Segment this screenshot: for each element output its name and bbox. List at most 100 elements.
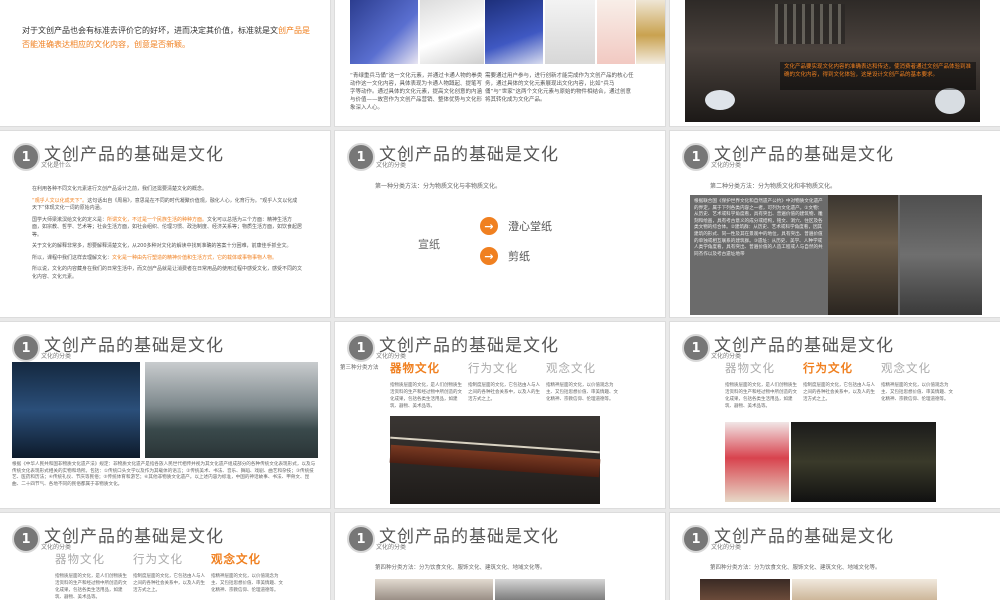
item-1-label: 澄心堂纸 — [508, 220, 552, 233]
slide-subtitle: 文化的分类 — [376, 353, 407, 360]
slide1-text-main: 对于文创产品也会有标准去评价它的好坏，进而决定其价值，标准就是文 — [22, 26, 278, 35]
category-text: 指物质层面的文化，是人们创物质生活资料的生产和经过物中所创造的文化成果，包括各类… — [725, 383, 797, 409]
slide-4[interactable]: 1 文创产品的基础是文化 文化是什么 在利用各种不同文化元素进行文创产品设计之前… — [0, 131, 330, 317]
slide6-method: 第二种分类方法：分为物质文化和非物质文化。 — [710, 183, 837, 190]
slide11-method: 第四种分类方法：分为饮食文化、服饰文化、建筑文化、地域文化等。 — [375, 565, 546, 571]
slide4-p5-label: 所以，课程中我们这样去理解文化： — [32, 254, 113, 261]
category-text: 指精神层面的文化，以价值观念为主、又包括思想价值、审美情趣、文化精神、宗教信仰、… — [211, 574, 283, 593]
slide2-caption-right: 需要通过用户参与，进行创新才能完成作为文创产品的核心任务，通过具体的文化元素展现… — [485, 73, 634, 103]
category-text: 指物质层面的文化，是人们创物质生活资料的生产和经过物中所创造的文化成果，包括各类… — [55, 574, 127, 600]
slide4-p5-highlight: 文化是一种由先行塑造的精神价值和生活方式，它的载体或事物事物人物。 — [112, 254, 278, 261]
slide-9[interactable]: 1 文创产品的基础是文化 文化的分类 器物文化 指物质层面的文化，是人们创物质生活… — [670, 322, 1000, 508]
slide-5[interactable]: 1 文创产品的基础是文化 文化的分类 第一种分类方法：分为物质文化与非物质文化。… — [335, 131, 665, 317]
slide4-p2-highlight: “观乎人文以化成天下”。 — [32, 197, 88, 204]
category-qiwu[interactable]: 器物文化指物质层面的文化，是人们创物质生活资料的生产和经过物中所创造的文化成果，… — [390, 360, 468, 410]
category-text: 指制度层面的文化，它包括由人与人之间的各种社会关系中，以及人的生活方式之上。 — [468, 383, 540, 402]
slide-6[interactable]: 1 文创产品的基础是文化 文化的分类 第二种分类方法：分为物质文化和非物质文化。… — [670, 131, 1000, 317]
blue-book-photo — [485, 0, 543, 64]
category-text: 指制度层面的文化，它包括由人与人之间的各种社会关系中，以及人的生活方式之上。 — [803, 383, 875, 402]
slide-subtitle: 文化的分类 — [711, 162, 742, 169]
slide-subtitle: 文化的分类 — [711, 353, 742, 360]
slide-11[interactable]: 1 文创产品的基础是文化 文化的分类 第四种分类方法：分为饮食文化、服饰文化、建… — [335, 513, 665, 600]
slide4-p4: 关于文化的解释非常多，想要解释清楚文化，从200多种对文化的解读中找到准确的答案… — [32, 243, 292, 249]
category-title: 器物文化 — [55, 552, 105, 566]
interior-photo — [685, 0, 980, 122]
costume-photo — [700, 579, 790, 600]
slide-10[interactable]: 1 文创产品的基础是文化 文化的分类 器物文化 指物质层面的文化，是人们创物质生活… — [0, 513, 330, 600]
overlay-box: 文化产品要实现文化内容的准确表达和传达，使消费者通过文创产品体验到准确的文化内容… — [780, 62, 976, 90]
category-guannian[interactable]: 观念文化 指精神层面的文化，以价值观念为主、又包括思想价值、审美情趣、文化精神、宗… — [881, 360, 959, 410]
category-guannian[interactable]: 观念文化指精神层面的文化，以价值观念为主、又包括思想价值、审美情趣、文化精神、宗… — [546, 360, 624, 410]
slide-subtitle: 文化的分类 — [376, 162, 407, 169]
slide-12[interactable]: 1 文创产品的基础是文化 文化的分类 第四种分类方法：分为饮食文化、服饰文化、建… — [670, 513, 1000, 600]
category-qiwu[interactable]: 器物文化指物质层面的文化，是人们创物质生活资料的生产和经过物中所创造的文化成果，… — [725, 360, 803, 410]
stationery-photo — [350, 0, 418, 64]
category-title: 器物文化 — [390, 361, 440, 375]
slide-2[interactable]: “青绿重兵马俑”这一文化元素，并通过卡通人物的拳类动作这一文化内容，具体表现为卡… — [335, 0, 665, 126]
slide12-method: 第四种分类方法：分为饮食文化、服饰文化、建筑文化、地域文化等。 — [710, 565, 881, 571]
slide-subtitle: 文化的分类 — [41, 544, 72, 551]
category-guannian[interactable]: 观念文化 指精神层面的文化，以价值观念为主、又包括思想价值、审美情趣、文化精神、宗… — [211, 551, 289, 600]
number-badge: 1 — [12, 334, 40, 362]
slide-subtitle: 文化的分类 — [376, 544, 407, 551]
slide8-method: 第三种分类方法 — [340, 365, 379, 371]
mug-photo — [597, 0, 635, 64]
category-text: 指物质层面的文化，是人们创物质生活资料的生产和经过物中所创造的文化成果，包括各类… — [390, 383, 462, 409]
category-row: 器物文化指物质层面的文化，是人们创物质生活资料的生产和经过物中所创造的文化成果，… — [725, 360, 959, 410]
slide4-p1: 在利用各种不同文化元素进行文创产品设计之前，我们还需要清楚文化的概念。 — [32, 186, 208, 192]
figurine-photo — [636, 0, 665, 64]
slide-subtitle: 文化的分类 — [41, 353, 72, 360]
cuisine-photo — [792, 579, 937, 600]
category-row: 器物文化指物质层面的文化，是人们创物质生活资料的生产和经过物中所创造的文化成果，… — [55, 551, 289, 600]
box-photo — [545, 0, 595, 64]
slide-1[interactable]: 对于文创产品也会有标准去评价它的好坏，进而决定其价值，标准就是文创产品是否能准确… — [0, 0, 330, 126]
category-text: 指制度层面的文化，它包括由人与人之间的各种社会关系中，以及人的生活方式之上。 — [133, 574, 205, 593]
slide-8[interactable]: 1 文创产品的基础是文化 文化的分类 第三种分类方法 器物文化 指物质层面的文化，… — [335, 322, 665, 508]
category-row: 器物文化指物质层面的文化，是人们创物质生活资料的生产和经过物中所创造的文化成果，… — [390, 360, 624, 410]
exhibit-photo — [791, 422, 936, 502]
tea-photo — [725, 422, 789, 502]
category-title: 行为文化 — [803, 361, 853, 375]
category-title: 行为文化 — [468, 361, 518, 375]
number-badge: 1 — [12, 143, 40, 171]
arrow-right-icon: → — [480, 247, 498, 265]
number-badge: 1 — [682, 334, 710, 362]
slide5-method: 第一种分类方法：分为物质文化与非物质文化。 — [375, 183, 502, 190]
slide3-overlay-text: 文化产品要实现文化内容的准确表达和传达，使消费者通过文创产品体验到准确的文化内容… — [784, 64, 972, 78]
category-xingwei[interactable]: 行为文化指制度层面的文化，它包括由人与人之间的各种社会关系中，以及人的生活方式之… — [468, 360, 546, 410]
slide4-p6: 所以说，文化的内容藏身在我们的日常生活中，而文创产品就是让消费者在日常用品的使用… — [32, 266, 303, 280]
item-1[interactable]: → 澄心堂纸 — [480, 217, 552, 235]
food-photo — [375, 579, 493, 600]
instrument-photo — [389, 416, 601, 504]
item-2[interactable]: → 剪纸 — [480, 247, 530, 265]
category-qiwu[interactable]: 器物文化指物质层面的文化，是人们创物质生活资料的生产和经过物中所创造的文化成果，… — [55, 551, 133, 600]
category-xingwei[interactable]: 行为文化指制度层面的文化，它包括由人与人之间的各种社会关系中，以及人的生活方式之… — [803, 360, 881, 410]
slide-subtitle: 文化是什么 — [41, 162, 72, 169]
stage-photo — [12, 362, 140, 458]
slide4-p3-label: 国学大师梁漱溟给文化的定义是： — [32, 216, 108, 223]
slide-3[interactable]: 文化产品要实现文化内容的准确表达和传达，使消费者通过文创产品体验到准确的文化内容… — [670, 0, 1000, 126]
slide-7[interactable]: 1 文创产品的基础是文化 文化的分类 根据《中华人民共和国非物质文化遗产法》规定… — [0, 322, 330, 508]
slide6-text: 根据联合国《保护世界文化和自然遗产公约》中对物质文化遗产的界定，属于下列各类内容… — [694, 199, 823, 257]
slide6-panel: 根据联合国《保护世界文化和自然遗产公约》中对物质文化遗产的界定，属于下列各类内容… — [690, 195, 982, 315]
category-title: 观念文化 — [546, 361, 596, 375]
category-xingwei[interactable]: 行为文化指制度层面的文化，它包括由人与人之间的各种社会关系中，以及人的生活方式之… — [133, 551, 211, 600]
category-title: 行为文化 — [133, 552, 183, 566]
item-2-label: 剪纸 — [508, 250, 530, 263]
slide2-caption-left: “青绿重兵马俑”这一文化元素，并通过卡通人物的拳类动作这一文化内容，具体表现为卡… — [350, 73, 483, 111]
museum-photo — [900, 195, 982, 315]
slide4-p3-highlight: 所谓文化，不过是一个民族生活的种种方面。 — [107, 216, 208, 223]
slide-subtitle: 文化的分类 — [711, 544, 742, 551]
canal-photo — [145, 362, 318, 458]
number-badge: 1 — [347, 334, 375, 362]
category-text: 指精神层面的文化，以价值观念为主、又包括思想价值、审美情趣、文化精神、宗教信仰、… — [546, 383, 618, 402]
notebook-photo — [420, 0, 484, 64]
xuanzhi-label: 宣纸 — [418, 238, 440, 251]
slide1-text: 对于文创产品也会有标准去评价它的好坏，进而决定其价值，标准就是文创产品是否能准确… — [22, 24, 312, 52]
arrow-right-icon: → — [480, 217, 498, 235]
number-badge: 1 — [682, 143, 710, 171]
number-badge: 1 — [347, 143, 375, 171]
slide4-body: 在利用各种不同文化元素进行文创产品设计之前，我们还需要清楚文化的概念。 “观乎人… — [32, 186, 302, 281]
number-badge: 1 — [12, 525, 40, 553]
category-title: 器物文化 — [725, 361, 775, 375]
